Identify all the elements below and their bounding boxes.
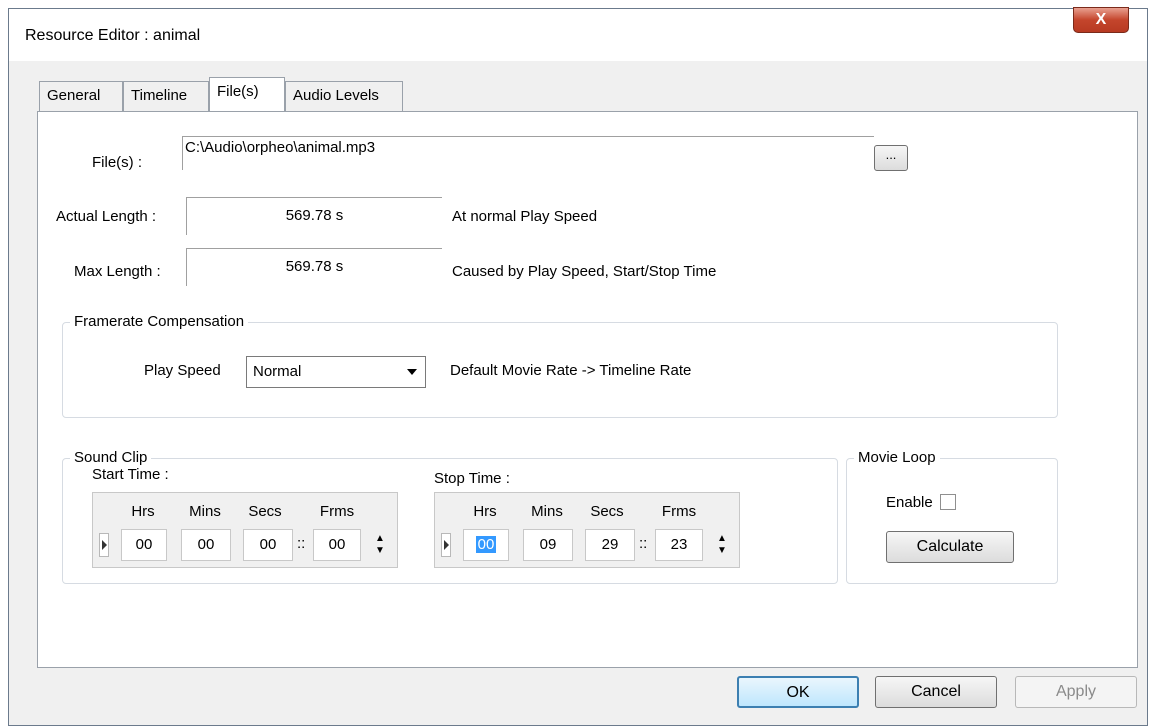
- actual-length-note: At normal Play Speed: [452, 208, 598, 225]
- play-speed-note: Default Movie Rate -> Timeline Rate: [450, 362, 692, 379]
- chevron-down-icon: [407, 369, 417, 375]
- start-frame-separator: ::: [297, 535, 306, 552]
- start-frms-header: Frms: [319, 503, 355, 520]
- cancel-button[interactable]: Cancel: [875, 676, 997, 708]
- max-length-label: Max Length :: [74, 263, 161, 280]
- stop-frame-separator: ::: [639, 535, 648, 552]
- ok-button[interactable]: OK: [737, 676, 859, 708]
- stop-secs-input[interactable]: 29: [585, 529, 635, 561]
- start-time-spinner[interactable]: ▲ ▼: [373, 533, 387, 559]
- tab-general[interactable]: General: [39, 81, 123, 111]
- stop-time-editor: Hrs Mins Secs Frms 00 09 29 :: 23 ▲ ▼: [434, 492, 740, 568]
- enable-label: Enable: [886, 494, 933, 511]
- spin-down-icon[interactable]: ▼: [373, 545, 387, 557]
- play-speed-label: Play Speed: [144, 362, 221, 379]
- actual-length-label: Actual Length :: [56, 208, 157, 225]
- apply-button-label: Apply: [1055, 683, 1097, 700]
- stop-mins-input[interactable]: 09: [523, 529, 573, 561]
- calculate-button-label: Calculate: [916, 538, 984, 555]
- start-mins-header: Mins: [189, 503, 221, 520]
- start-secs-input[interactable]: 00: [243, 529, 293, 561]
- enable-checkbox[interactable]: [940, 494, 956, 510]
- resource-editor-window: Resource Editor : animal X General Timel…: [8, 7, 1148, 726]
- spin-down-icon[interactable]: ▼: [715, 545, 729, 557]
- movie-loop-label: Movie Loop: [854, 449, 940, 466]
- start-hrs-header: Hrs: [131, 503, 155, 520]
- stop-mins-header: Mins: [531, 503, 563, 520]
- stop-frms-input[interactable]: 23: [655, 529, 703, 561]
- files-label: File(s) :: [92, 154, 142, 171]
- stop-frms-header: Frms: [661, 503, 697, 520]
- browse-button-label: ...: [885, 147, 897, 162]
- ok-button-label: OK: [786, 684, 810, 701]
- apply-button[interactable]: Apply: [1015, 676, 1137, 708]
- files-path-value: C:\Audio\orpheo\animal.mp3: [185, 139, 376, 156]
- start-mins-input[interactable]: 00: [181, 529, 231, 561]
- close-button[interactable]: X: [1073, 7, 1129, 33]
- stop-hrs-header: Hrs: [473, 503, 497, 520]
- sound-clip-label: Sound Clip: [70, 449, 152, 466]
- stop-time-spinner[interactable]: ▲ ▼: [715, 533, 729, 559]
- tab-timeline[interactable]: Timeline: [123, 81, 209, 111]
- stop-hrs-selected-text: 00: [475, 536, 497, 553]
- max-length-note: Caused by Play Speed, Start/Stop Time: [452, 263, 717, 280]
- tab-timeline-label: Timeline: [131, 87, 188, 104]
- stop-secs-header: Secs: [590, 503, 624, 520]
- start-time-label: Start Time :: [92, 466, 169, 483]
- title-bar[interactable]: Resource Editor : animal X: [9, 7, 1147, 61]
- start-frms-input[interactable]: 00: [313, 529, 361, 561]
- tab-general-label: General: [47, 87, 101, 104]
- tab-files-label: File(s): [217, 83, 259, 100]
- start-time-marker-icon: [99, 533, 109, 557]
- cancel-button-label: Cancel: [911, 683, 961, 700]
- start-secs-header: Secs: [248, 503, 282, 520]
- stop-time-label: Stop Time :: [434, 470, 510, 487]
- start-hrs-input[interactable]: 00: [121, 529, 167, 561]
- tab-audio-levels-label: Audio Levels: [293, 87, 379, 104]
- tab-audio-levels[interactable]: Audio Levels: [285, 81, 403, 111]
- play-speed-select[interactable]: Normal: [246, 356, 426, 388]
- close-icon: X: [1095, 11, 1107, 28]
- framerate-compensation-label: Framerate Compensation: [70, 313, 249, 330]
- browse-button[interactable]: ...: [874, 145, 908, 171]
- spin-up-icon[interactable]: ▲: [373, 533, 387, 545]
- actual-length-value: 569.78 s: [186, 197, 442, 235]
- tab-files[interactable]: File(s): [209, 77, 285, 111]
- max-length-value: 569.78 s: [186, 248, 442, 286]
- files-path-field[interactable]: C:\Audio\orpheo\animal.mp3: [182, 136, 874, 170]
- play-speed-value: Normal: [253, 363, 302, 380]
- window-title: Resource Editor : animal: [25, 27, 201, 44]
- spin-up-icon[interactable]: ▲: [715, 533, 729, 545]
- calculate-button[interactable]: Calculate: [886, 531, 1014, 563]
- files-tab-panel: File(s) : C:\Audio\orpheo\animal.mp3 ...…: [37, 111, 1138, 668]
- stop-hrs-input[interactable]: 00: [463, 529, 509, 561]
- start-time-editor: Hrs Mins Secs Frms 00 00 00 :: 00 ▲ ▼: [92, 492, 398, 568]
- movie-loop-group: [846, 458, 1058, 584]
- stop-time-marker-icon: [441, 533, 451, 557]
